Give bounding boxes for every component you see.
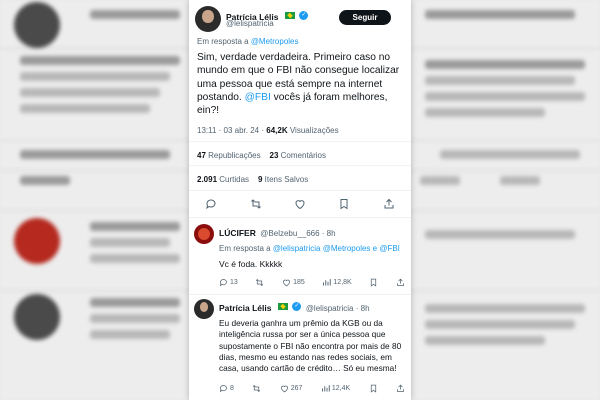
mention-link[interactable]: @FBI [245,92,271,103]
like-button[interactable] [294,198,306,210]
reply-prefix: Em resposta a [219,244,271,253]
views-count: 12,4K [331,385,351,392]
bookmarks-label: Itens Salvos [264,175,309,184]
reply-context: Em resposta a @lelispatricia @Metropoles… [219,243,405,254]
views-count: 64,2K [266,126,288,135]
reply-prefix: Em resposta a [197,37,249,46]
reposts-count: 47 [197,151,206,160]
tweet-thread-card: Patrícia Lélis ✓ @lelispatricia Seguir E… [189,0,411,400]
bookmark-icon [340,199,348,210]
quotes-label: Comentários [280,151,327,160]
quotes-count: 23 [269,151,279,160]
views-icon [323,279,332,286]
repost-icon [253,384,261,393]
share-button[interactable] [396,384,405,393]
author-handle[interactable]: @lelispatricia [226,19,274,28]
brazil-flag-icon [277,303,288,311]
divider [189,141,411,142]
bookmark-button[interactable] [338,198,350,210]
likes-count: 267 [290,385,303,392]
avatar[interactable] [194,299,214,319]
reply-icon [219,385,227,393]
share-icon [397,384,404,392]
reply-text: Vc é foda. Kkkkk [219,259,283,269]
reposts-label: Republicações [208,151,261,160]
tweet-text: Sim, verdade verdadeira. Primeiro caso n… [197,51,407,117]
avatar[interactable] [194,224,214,244]
replies-count: 13 [230,279,238,286]
verified-badge-icon: ✓ [299,11,309,21]
reposts-stat[interactable]: 47 Republicações [197,151,261,160]
author-handle[interactable]: @lelispatricia · 8h [306,304,370,313]
bookmarks-count: 9 [257,175,263,184]
main-tweet-actions [189,198,411,210]
reply-icon [219,279,227,287]
like-button[interactable]: 267 [280,384,303,393]
tweet-meta: 13:11 · 03 abr. 24 · 64,2K Visualizações [197,126,339,135]
quotes-stat[interactable]: 23 Comentários [270,151,327,160]
reply-tweet[interactable]: LÚCIFER @Belzebu__666 · 8h Em resposta a… [189,221,411,295]
repost-button[interactable] [250,198,262,210]
views-icon [321,385,330,392]
share-button[interactable] [396,278,405,287]
engagement-stats-row: 2.091 Curtidas 9 Itens Salvos [197,175,308,184]
like-icon [280,385,288,393]
follow-button[interactable]: Seguir [339,10,391,25]
reply-actions: 13 185 12,8K [219,278,405,287]
bookmark-icon [370,384,376,393]
views-button[interactable]: 12,4K [321,384,350,393]
share-button[interactable] [383,198,395,210]
reply-actions: 8 267 12,4K [219,384,405,393]
avatar[interactable] [195,6,221,32]
main-tweet-header: Patrícia Lélis ✓ @lelispatricia Seguir [189,4,411,36]
bookmark-button[interactable] [369,278,378,287]
divider [189,217,411,218]
reply-text: Eu deveria ganhra um prêmio da KGB ou da… [219,318,402,374]
views-button[interactable]: 12,8K [322,278,352,287]
author-name[interactable]: LÚCIFER [219,228,256,238]
repost-button[interactable] [252,384,261,393]
divider [189,165,411,166]
bookmarks-stat[interactable]: 9 Itens Salvos [258,175,308,184]
brazil-flag-icon [284,12,295,20]
share-icon [384,198,394,209]
tweet-timestamp[interactable]: 13:11 · 03 abr. 24 · [197,126,264,135]
replies-count: 8 [230,385,234,392]
reply-tweet[interactable]: Patrícia Lélis ✓ @lelispatricia · 8h Eu … [189,296,411,400]
bookmark-icon [371,278,377,287]
reply-button[interactable]: 8 [219,384,234,393]
views-count: 12,8K [333,279,352,286]
reply-to-link[interactable]: @lelispatricia @Metropoles e @FBI [273,244,400,253]
reply-to-link[interactable]: @Metropoles [251,37,299,46]
reply-button[interactable]: 13 [219,278,238,287]
reply-icon [206,199,216,210]
like-icon [283,279,290,287]
reply-button[interactable] [205,198,217,210]
repost-icon [250,199,261,209]
likes-count: 185 [293,279,305,286]
reply-context: Em resposta a @Metropoles [197,37,299,46]
author-handle[interactable]: @Belzebu__666 · 8h [260,229,335,238]
engagement-stats-row: 47 Republicações 23 Comentários [197,151,326,160]
divider [189,190,411,191]
bookmark-button[interactable] [369,384,378,393]
like-icon [295,200,305,210]
like-button[interactable]: 185 [282,278,305,287]
likes-stat[interactable]: 2.091 Curtidas [197,175,249,184]
repost-icon [256,278,264,287]
likes-label: Curtidas [219,175,250,184]
likes-count: 2.091 [197,175,218,184]
verified-badge-icon: ✓ [292,302,302,312]
divider [189,294,411,295]
repost-button[interactable] [255,278,264,287]
views-label: Visualizações [289,126,339,135]
author-name[interactable]: Patrícia Lélis [219,303,271,313]
share-icon [397,278,404,286]
